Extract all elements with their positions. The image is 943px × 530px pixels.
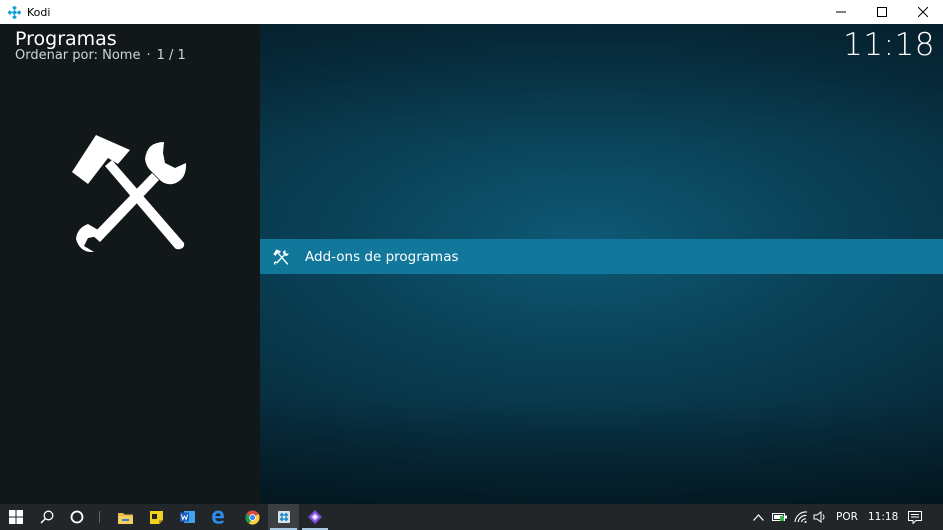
network-button[interactable] <box>792 504 810 530</box>
window-titlebar: Kodi <box>0 0 943 24</box>
speaker-icon <box>813 511 825 523</box>
taskbar-kodi[interactable] <box>268 504 299 530</box>
action-center-button[interactable] <box>903 504 927 530</box>
sticky-notes-icon <box>149 510 163 524</box>
taskbar-sticky-notes[interactable] <box>141 504 171 530</box>
kodi-window: Programas Ordenar por: Nome · 1 / 1 11:18 <box>0 24 943 504</box>
notification-icon <box>908 510 922 524</box>
wifi-icon <box>794 511 808 523</box>
cortana-icon <box>70 510 84 524</box>
list-item-label: Add-ons de programas <box>305 248 459 265</box>
page-title: Programas <box>15 28 117 50</box>
input-language[interactable]: POR <box>836 504 858 530</box>
battery-button[interactable] <box>770 504 790 530</box>
sort-label: Ordenar por: Nome <box>15 48 141 63</box>
sort-info[interactable]: Ordenar por: Nome · 1 / 1 <box>15 48 186 63</box>
search-button[interactable] <box>32 504 62 530</box>
tools-icon <box>273 248 289 265</box>
maximize-icon <box>876 7 887 17</box>
list-item-program-addons[interactable]: Add-ons de programas <box>260 239 943 274</box>
volume-button[interactable] <box>811 504 829 530</box>
page-counter: 1 / 1 <box>156 48 186 63</box>
info-panel <box>0 24 260 504</box>
programs-tools-icon <box>72 135 187 252</box>
maximize-button[interactable] <box>861 0 902 24</box>
kodi-icon <box>277 511 290 523</box>
window-title: Kodi <box>27 5 51 19</box>
start-icon <box>9 510 23 524</box>
chevron-up-icon <box>752 513 764 521</box>
word-icon <box>179 511 195 523</box>
taskbar-edge[interactable] <box>203 504 233 530</box>
taskbar-app[interactable] <box>300 504 330 530</box>
cortana-button[interactable] <box>62 504 92 530</box>
task-view-icon <box>98 511 100 523</box>
close-icon <box>917 7 928 17</box>
app-icon <box>308 510 322 524</box>
minimize-button[interactable] <box>820 0 861 24</box>
taskbar-word[interactable] <box>172 504 202 530</box>
show-hidden-icons-button[interactable] <box>749 504 767 530</box>
taskbar-chrome[interactable] <box>237 504 267 530</box>
battery-icon <box>772 513 787 521</box>
taskbar: POR 11:18 <box>0 504 943 530</box>
clock: 11:18 <box>843 27 935 63</box>
kodi-app-icon <box>7 5 21 19</box>
edge-icon <box>212 510 224 524</box>
task-view-button[interactable] <box>92 504 106 530</box>
close-button[interactable] <box>902 0 943 24</box>
minimize-icon <box>835 11 846 13</box>
file-explorer-icon <box>117 512 133 524</box>
separator: · <box>146 48 151 63</box>
taskbar-clock[interactable]: 11:18 <box>868 504 898 530</box>
chrome-icon <box>244 509 260 525</box>
taskbar-file-explorer[interactable] <box>110 504 140 530</box>
search-icon <box>40 510 54 524</box>
start-button[interactable] <box>0 504 32 530</box>
